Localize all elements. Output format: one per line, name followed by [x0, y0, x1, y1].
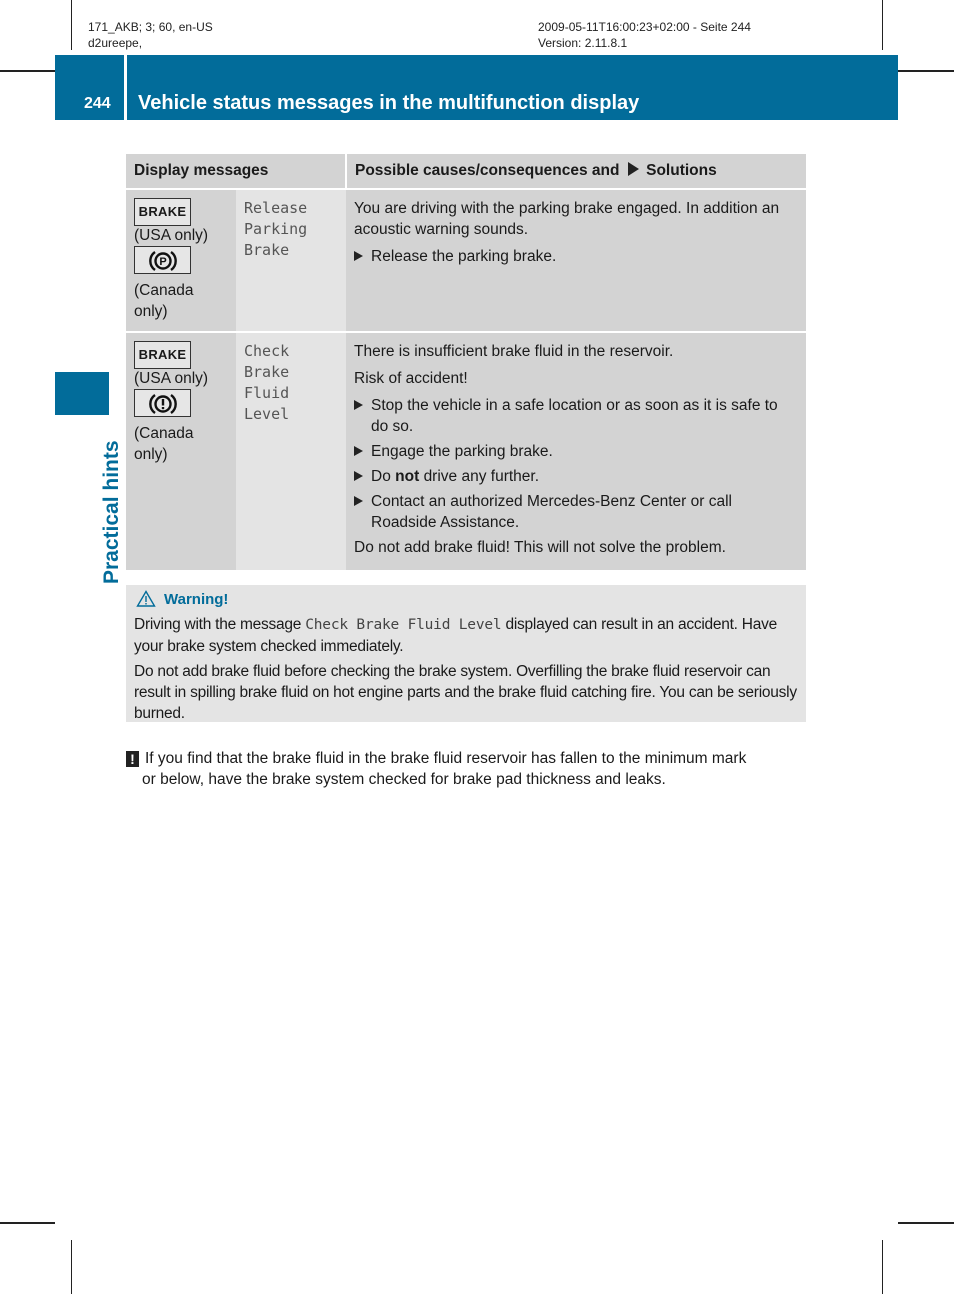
display-message-line: Parking	[244, 220, 308, 238]
warning-display-message: Check Brake Fluid Level	[305, 617, 502, 633]
solution-step: Contact an authorized Mercedes-Benz Cent…	[354, 491, 798, 533]
crop-mark	[0, 1222, 55, 1224]
warning-triangle-icon	[136, 590, 156, 607]
icon-cell: BRAKE (USA only) (Canada only)	[126, 332, 236, 572]
display-message-line: Brake	[244, 241, 290, 259]
step-text: Stop the vehicle in a safe location or a…	[371, 397, 778, 435]
header-display-messages: Display messages	[126, 154, 347, 190]
icon-region-label: (USA only)	[134, 370, 209, 387]
solution-step: Engage the parking brake.	[354, 441, 798, 462]
print-meta-right-line1: 2009-05-11T16:00:23+02:00 - Seite 244	[538, 20, 751, 34]
print-meta-right: 2009-05-11T16:00:23+02:00 - Seite 244 Ve…	[538, 19, 751, 51]
step-text: Release the parking brake.	[371, 248, 557, 265]
icon-region-label: only)	[134, 446, 168, 463]
icon-region-label: (Canada	[134, 282, 194, 299]
solution-step: Do not drive any further.	[354, 466, 798, 487]
closing-text: Do not add brake fluid! This will not so…	[354, 539, 726, 556]
display-message-line: Level	[244, 405, 290, 423]
crop-mark	[71, 1240, 72, 1294]
risk-text: Risk of accident!	[354, 370, 468, 387]
display-message-cell: Check Brake Fluid Level	[236, 332, 346, 572]
warning-body: Driving with the message Check Brake Flu…	[134, 614, 802, 728]
crop-mark	[71, 0, 72, 50]
print-meta-left-line2: d2ureepe,	[88, 36, 143, 50]
icon-cell: BRAKE (USA only) P (Canada only)	[126, 189, 236, 333]
table-header-row: Display messages Possible causes/consequ…	[126, 154, 806, 190]
cause-text: There is insufficient brake fluid in the…	[354, 343, 674, 360]
step-text-suffix: drive any further.	[423, 468, 540, 485]
display-message-line: Brake	[244, 363, 290, 381]
print-meta-left-line1: 171_AKB; 3; 60, en-US	[88, 20, 213, 34]
step-arrow-icon	[354, 496, 363, 506]
solution-step: Stop the vehicle in a safe location or a…	[354, 395, 798, 437]
print-meta-left: 171_AKB; 3; 60, en-US d2ureepe,	[88, 19, 213, 51]
note: ! If you find that the brake fluid in the…	[126, 748, 808, 790]
solution-cell: You are driving with the parking brake e…	[346, 189, 806, 333]
display-message-line: Release	[244, 199, 308, 217]
warning-text: Driving with the message	[134, 616, 302, 633]
crop-mark	[898, 70, 954, 72]
warning-heading: Warning!	[136, 589, 228, 610]
step-text-emphasis: not	[395, 468, 420, 485]
section-tab	[55, 372, 109, 415]
brake-warning-icon	[134, 389, 191, 417]
step-text: Contact an authorized Mercedes-Benz Cent…	[371, 493, 732, 531]
table-row: BRAKE (USA only) (Canada only) Check Bra…	[126, 332, 806, 572]
note-line: ! If you find that the brake fluid in the…	[126, 748, 808, 769]
brake-text-icon: BRAKE	[134, 341, 191, 369]
status-message-table: Display messages Possible causes/consequ…	[126, 154, 806, 572]
icon-region-label: only)	[134, 303, 168, 320]
header-divider	[124, 55, 127, 120]
warning-box: Warning! Driving with the message Check …	[126, 585, 806, 722]
icon-region-label: (USA only)	[134, 227, 209, 244]
page-number-box: 244	[55, 55, 124, 120]
table-row: BRAKE (USA only) P (Canada only) Release…	[126, 189, 806, 333]
crop-mark	[0, 70, 55, 72]
note-text: If you find that the brake fluid in the …	[145, 750, 747, 767]
solution-step: Release the parking brake.	[354, 246, 798, 267]
display-message-cell: Release Parking Brake	[236, 189, 346, 333]
note-exclamation-icon: !	[126, 751, 139, 767]
warning-paragraph: Driving with the message Check Brake Flu…	[134, 614, 802, 657]
step-text: Engage the parking brake.	[371, 443, 553, 460]
header-solutions: Solutions	[646, 162, 717, 179]
step-arrow-icon	[354, 400, 363, 410]
section-label: Practical hints	[100, 440, 123, 584]
note-line: or below, have the brake system checked …	[142, 771, 666, 788]
page-title: Vehicle status messages in the multifunc…	[138, 92, 640, 114]
solution-cell: There is insufficient brake fluid in the…	[346, 332, 806, 572]
display-message-line: Check	[244, 342, 290, 360]
crop-mark	[882, 1240, 883, 1294]
parking-brake-icon: P	[134, 246, 191, 274]
brake-text-icon: BRAKE	[134, 198, 191, 226]
crop-mark	[898, 1222, 954, 1224]
step-arrow-icon	[354, 251, 363, 261]
step-arrow-icon	[354, 471, 363, 481]
crop-mark	[882, 0, 883, 50]
icon-region-label: (Canada	[134, 425, 194, 442]
step-arrow-icon	[354, 446, 363, 456]
header-causes-solutions: Possible causes/consequences and Solutio…	[346, 154, 806, 190]
solutions-arrow-icon	[627, 162, 639, 176]
warning-paragraph: Do not add brake fluid before checking t…	[134, 663, 797, 722]
warning-title: Warning!	[164, 591, 229, 608]
svg-text:P: P	[159, 256, 166, 268]
header-causes: Possible causes/consequences and	[355, 162, 620, 179]
print-meta-right-line2: Version: 2.11.8.1	[538, 36, 628, 50]
cause-text: You are driving with the parking brake e…	[354, 200, 780, 238]
page-number: 244	[84, 95, 111, 112]
display-message-line: Fluid	[244, 384, 290, 402]
step-text-prefix: Do	[371, 468, 391, 485]
